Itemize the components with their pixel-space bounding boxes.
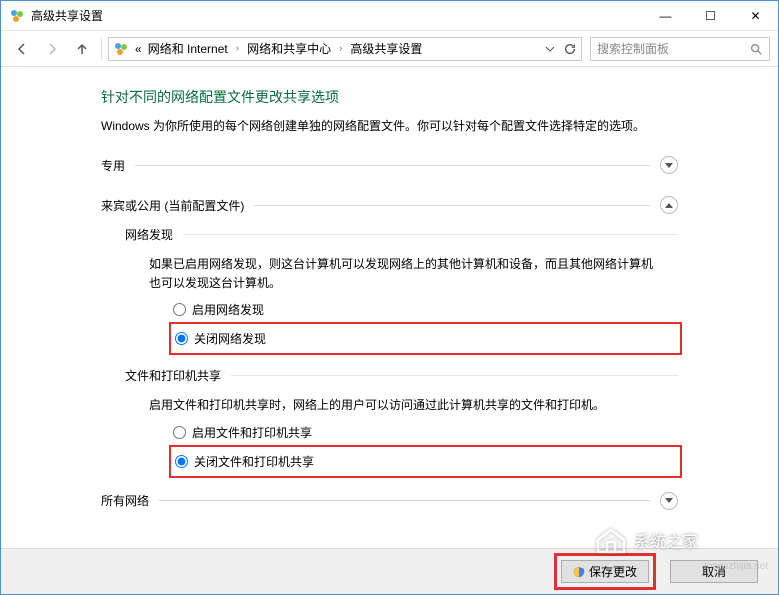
forward-button[interactable] — [39, 36, 65, 62]
page-description: Windows 为你所使用的每个网络创建单独的网络配置文件。你可以针对每个配置文… — [101, 117, 678, 134]
save-button[interactable]: 保存更改 — [561, 560, 649, 583]
file-printer-desc: 启用文件和打印机共享时，网络上的用户可以访问通过此计算机共享的文件和打印机。 — [149, 396, 654, 415]
subsection-network-discovery: 网络发现 如果已启用网络发现，则这台计算机可以发现网络上的其他计算机和设备，而且… — [125, 224, 678, 355]
up-button[interactable] — [69, 36, 95, 62]
content-area: 针对不同的网络配置文件更改共享选项 Windows 为你所使用的每个网络创建单独… — [1, 67, 778, 548]
chevron-right-icon: › — [232, 43, 243, 54]
radio-enable-file-printer-sharing[interactable]: 启用文件和打印机共享 — [173, 424, 678, 441]
window-controls: — ☐ ✕ — [643, 1, 778, 31]
breadcrumb[interactable]: « 网络和 Internet › 网络和共享中心 › 高级共享设置 — [108, 37, 582, 61]
close-button[interactable]: ✕ — [733, 1, 778, 31]
chevron-right-icon: › — [335, 43, 346, 54]
section-private-label: 专用 — [101, 157, 125, 174]
radio-enable-network-discovery[interactable]: 启用网络发现 — [173, 301, 678, 318]
navbar: « 网络和 Internet › 网络和共享中心 › 高级共享设置 搜索控制面板 — [1, 31, 778, 67]
cancel-button[interactable]: 取消 — [670, 560, 758, 583]
section-guest-public[interactable]: 来宾或公用 (当前配置文件) — [101, 192, 678, 218]
network-discovery-title: 网络发现 — [125, 226, 173, 243]
breadcrumb-prefix: « — [133, 42, 144, 56]
section-all-label: 所有网络 — [101, 492, 149, 509]
maximize-button[interactable]: ☐ — [688, 1, 733, 31]
chevron-down-icon[interactable] — [660, 492, 678, 510]
refresh-icon[interactable] — [563, 42, 577, 56]
highlight-save-button: 保存更改 — [554, 553, 656, 590]
radio-disable-file-printer-sharing[interactable]: 关闭文件和打印机共享 — [175, 453, 676, 470]
minimize-button[interactable]: — — [643, 1, 688, 31]
breadcrumb-icon — [113, 41, 129, 57]
search-icon — [749, 42, 763, 56]
subsection-file-printer-sharing: 文件和打印机共享 启用文件和打印机共享时，网络上的用户可以访问通过此计算机共享的… — [125, 365, 678, 477]
section-guest-label: 来宾或公用 (当前配置文件) — [101, 197, 244, 214]
titlebar: 高级共享设置 — ☐ ✕ — [1, 1, 778, 31]
dropdown-icon[interactable] — [545, 44, 555, 54]
network-discovery-desc: 如果已启用网络发现，则这台计算机可以发现网络上的其他计算机和设备，而且其他网络计… — [149, 255, 654, 293]
chevron-down-icon[interactable] — [660, 156, 678, 174]
app-icon — [9, 8, 25, 24]
file-printer-title: 文件和打印机共享 — [125, 367, 221, 384]
highlight-disable-file-printer-sharing: 关闭文件和打印机共享 — [169, 445, 682, 478]
highlight-disable-network-discovery: 关闭网络发现 — [169, 322, 682, 355]
search-placeholder: 搜索控制面板 — [597, 40, 669, 57]
back-button[interactable] — [9, 36, 35, 62]
section-all-networks[interactable]: 所有网络 — [101, 488, 678, 514]
search-input[interactable]: 搜索控制面板 — [590, 37, 770, 61]
breadcrumb-item-1[interactable]: 网络和共享中心 — [245, 40, 333, 57]
nav-separator — [101, 38, 102, 60]
chevron-up-icon[interactable] — [660, 196, 678, 214]
breadcrumb-item-0[interactable]: 网络和 Internet — [146, 40, 230, 57]
window-title: 高级共享设置 — [31, 7, 643, 24]
radio-disable-network-discovery[interactable]: 关闭网络发现 — [175, 330, 676, 347]
footer: 保存更改 取消 — [1, 548, 778, 594]
page-heading: 针对不同的网络配置文件更改共享选项 — [101, 87, 678, 107]
shield-icon — [573, 566, 585, 578]
breadcrumb-item-2[interactable]: 高级共享设置 — [348, 40, 424, 57]
section-private[interactable]: 专用 — [101, 152, 678, 178]
